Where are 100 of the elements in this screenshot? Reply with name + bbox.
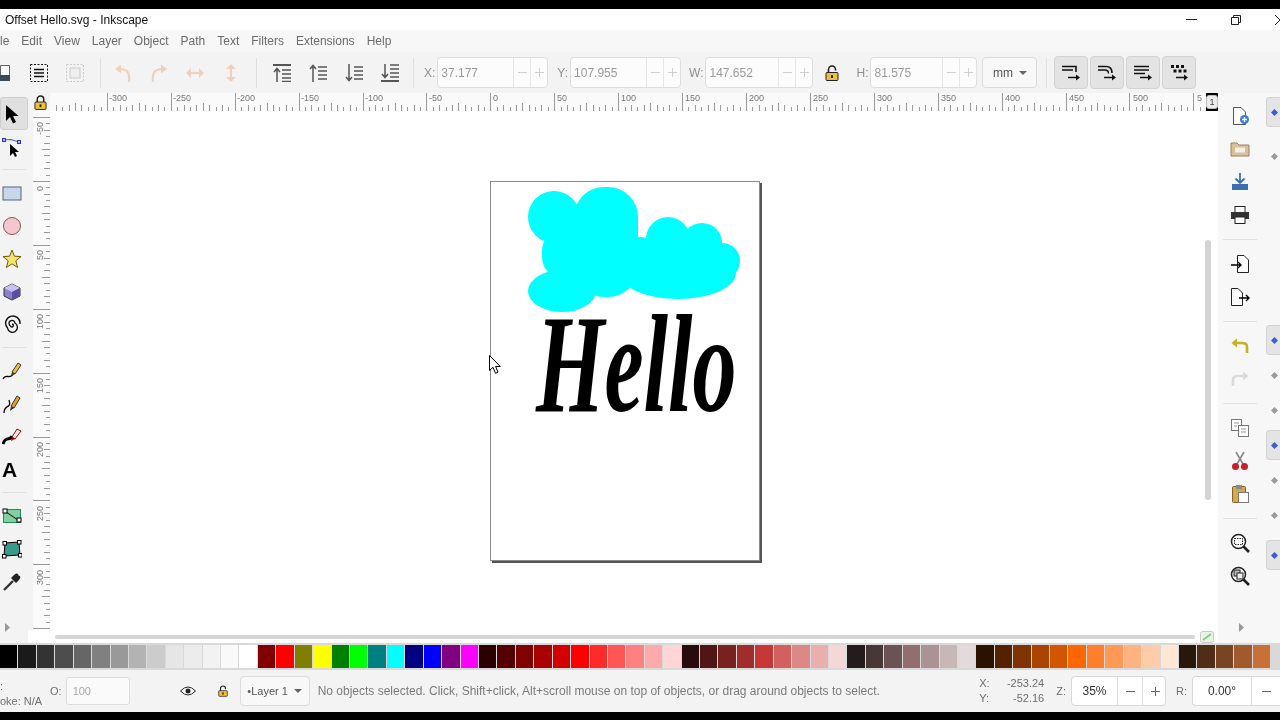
color-swatch[interactable] [1068,645,1086,668]
color-swatch[interactable] [202,645,221,668]
color-swatch[interactable] [110,645,128,668]
color-swatch[interactable] [773,645,792,668]
menu-item[interactable]: Text [217,35,240,47]
color-swatch[interactable] [405,645,423,668]
color-swatch[interactable] [957,645,976,668]
color-swatch[interactable] [442,645,460,668]
color-swatch[interactable] [73,645,92,668]
zoom-field[interactable]: 35% [1071,676,1166,706]
color-swatch[interactable] [552,645,571,668]
color-swatch[interactable] [681,645,700,668]
menu-item[interactable]: Filters [251,35,284,47]
color-swatch[interactable] [1215,645,1234,668]
color-swatch[interactable] [515,645,534,668]
menu-item[interactable]: Path [180,35,206,47]
restore-icon[interactable] [1231,14,1241,25]
color-swatch[interactable] [221,645,239,668]
snap-button[interactable] [1266,540,1280,570]
color-swatch[interactable] [0,645,18,668]
color-swatch[interactable] [350,645,368,668]
document-icon[interactable] [0,64,10,81]
menu-item[interactable]: View [54,35,80,47]
snap-button[interactable] [1266,325,1280,355]
color-swatch[interactable] [331,645,349,668]
color-swatch[interactable] [18,645,36,668]
scrollbar-thumb[interactable] [1205,240,1211,500]
color-swatch[interactable] [1160,645,1178,668]
color-swatch[interactable] [607,645,626,668]
color-swatch[interactable] [1179,645,1197,668]
scrollbar-thumb[interactable] [55,634,1195,639]
snap-button[interactable] [1266,97,1280,127]
menu-item[interactable]: Edit [21,35,43,47]
color-swatch[interactable] [386,645,405,668]
lower-to-bottom-icon[interactable] [381,63,399,82]
lock-icon[interactable] [217,685,228,697]
color-swatch[interactable] [1123,645,1142,668]
color-swatch[interactable] [626,645,644,668]
expand-arrow-icon[interactable] [5,623,10,632]
toggle-button[interactable] [1090,56,1125,89]
printer-icon[interactable] [1230,204,1250,225]
color-swatch[interactable] [792,645,810,668]
color-swatch[interactable] [663,645,681,668]
lock-icon[interactable] [825,64,840,81]
tool-button[interactable] [0,97,28,130]
zoom-icon[interactable] [1230,565,1250,586]
eye-icon[interactable] [179,686,196,696]
color-swatch[interactable] [994,645,1013,668]
color-swatch[interactable] [534,645,552,668]
zoom-icon[interactable] [1230,532,1250,553]
color-swatch[interactable] [36,645,55,668]
color-swatch[interactable] [239,645,257,668]
color-swatch[interactable] [460,645,478,668]
lower-icon[interactable] [345,63,363,82]
color-swatch[interactable] [884,645,902,668]
copy-icon[interactable] [1230,417,1250,438]
color-swatch[interactable] [976,645,994,668]
snap-button[interactable] [1266,430,1280,460]
color-swatch[interactable] [921,645,939,668]
color-swatch[interactable] [128,645,147,668]
color-swatch[interactable] [644,645,663,668]
unit-dropdown[interactable]: mm [982,57,1038,88]
scissors-icon[interactable] [1230,450,1250,471]
close-icon[interactable] [1275,14,1280,25]
color-swatch[interactable] [755,645,773,668]
tool-button[interactable]: A [0,453,28,486]
raise-to-top-icon[interactable] [273,63,291,82]
color-swatch[interactable] [810,645,828,668]
color-swatch[interactable] [700,645,718,668]
layer-dropdown[interactable]: •Layer 1 [239,676,310,706]
import-icon[interactable] [1230,253,1250,274]
color-swatch[interactable] [902,645,921,668]
gradient-square-icon[interactable] [1200,630,1214,643]
menu-item[interactable]: le [0,35,10,47]
select-all-icon[interactable] [30,63,48,82]
toggle-button[interactable] [1162,56,1197,89]
save-icon[interactable] [1230,171,1250,192]
color-swatch[interactable] [1050,645,1068,668]
color-swatch[interactable] [1013,645,1031,668]
toggle-button[interactable] [1126,56,1161,89]
color-swatch[interactable] [294,645,313,668]
color-swatch[interactable] [1105,645,1123,668]
raise-icon[interactable] [309,63,327,82]
color-swatch[interactable] [257,645,276,668]
color-swatch[interactable] [589,645,607,668]
new-document-icon[interactable] [1230,105,1250,126]
color-swatch[interactable] [147,645,165,668]
color-swatch[interactable] [313,645,331,668]
menu-item[interactable]: Extensions [295,35,355,47]
color-swatch[interactable] [55,645,73,668]
color-swatch[interactable] [423,645,442,668]
export-icon[interactable] [1230,286,1250,307]
color-swatch[interactable] [829,645,847,668]
color-swatch[interactable] [718,645,736,668]
color-swatch[interactable] [497,645,515,668]
color-swatch[interactable] [736,645,755,668]
toggle-button[interactable] [1054,56,1089,89]
color-swatch[interactable] [368,645,386,668]
color-swatch[interactable] [1031,645,1050,668]
clipboard-icon[interactable] [1230,483,1250,504]
